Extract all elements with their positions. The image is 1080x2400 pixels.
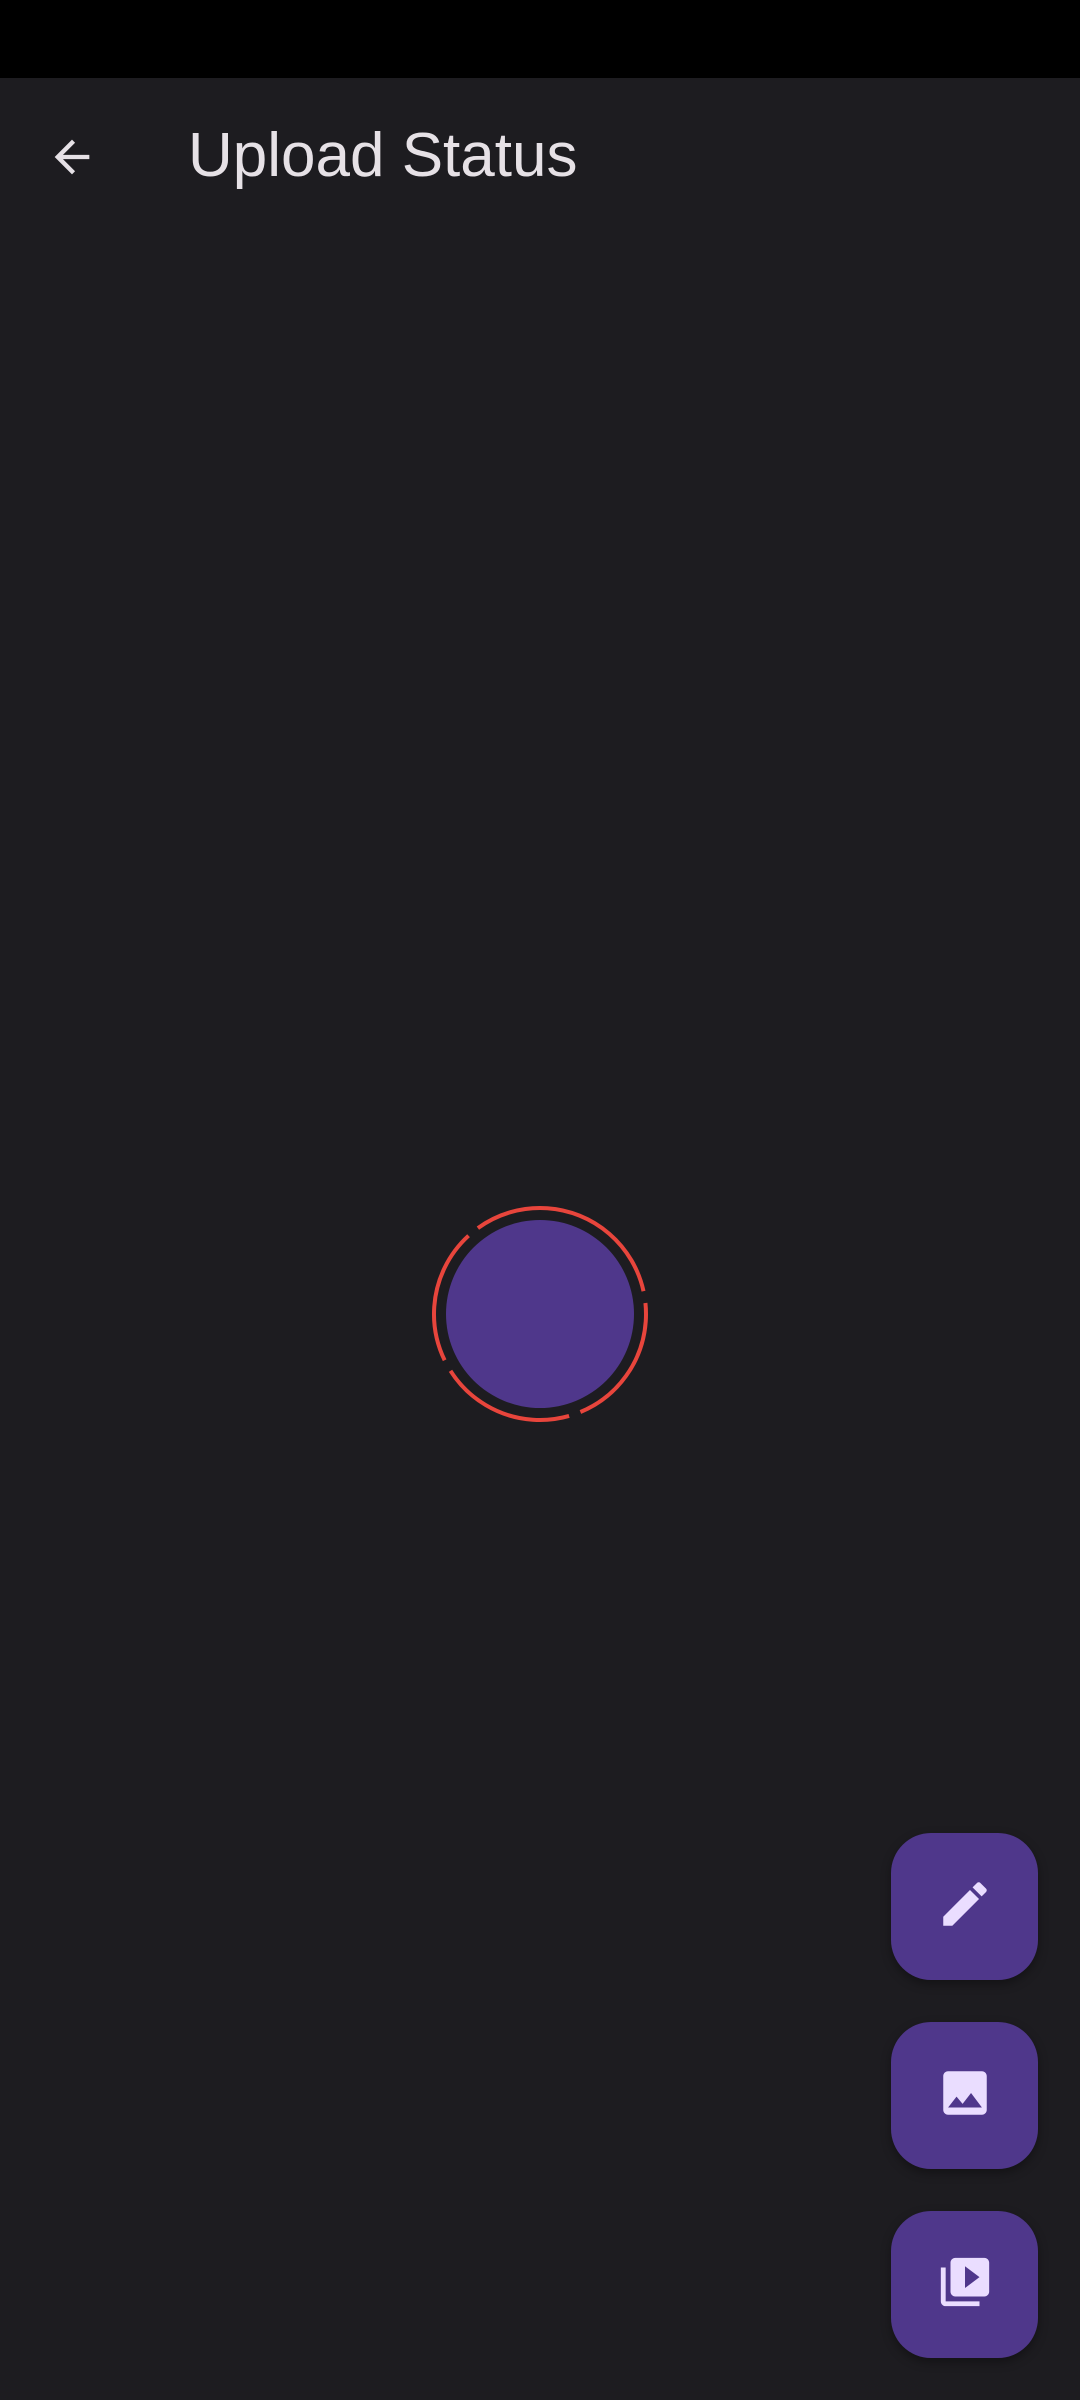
avatar: [446, 1220, 634, 1408]
app-bar: Upload Status: [0, 78, 1080, 228]
status-avatar[interactable]: [430, 1204, 650, 1424]
status-bar: [0, 0, 1080, 78]
image-status-button[interactable]: [891, 2022, 1038, 2169]
video-library-icon: [936, 2253, 994, 2316]
arrow-back-icon: [46, 131, 98, 188]
image-icon: [936, 2064, 994, 2127]
pencil-icon: [936, 1875, 994, 1938]
text-status-button[interactable]: [891, 1833, 1038, 1980]
upload-status-screen: Upload Status: [0, 0, 1080, 2400]
back-button[interactable]: [24, 111, 120, 207]
page-title: Upload Status: [188, 121, 578, 190]
video-status-button[interactable]: [891, 2211, 1038, 2358]
